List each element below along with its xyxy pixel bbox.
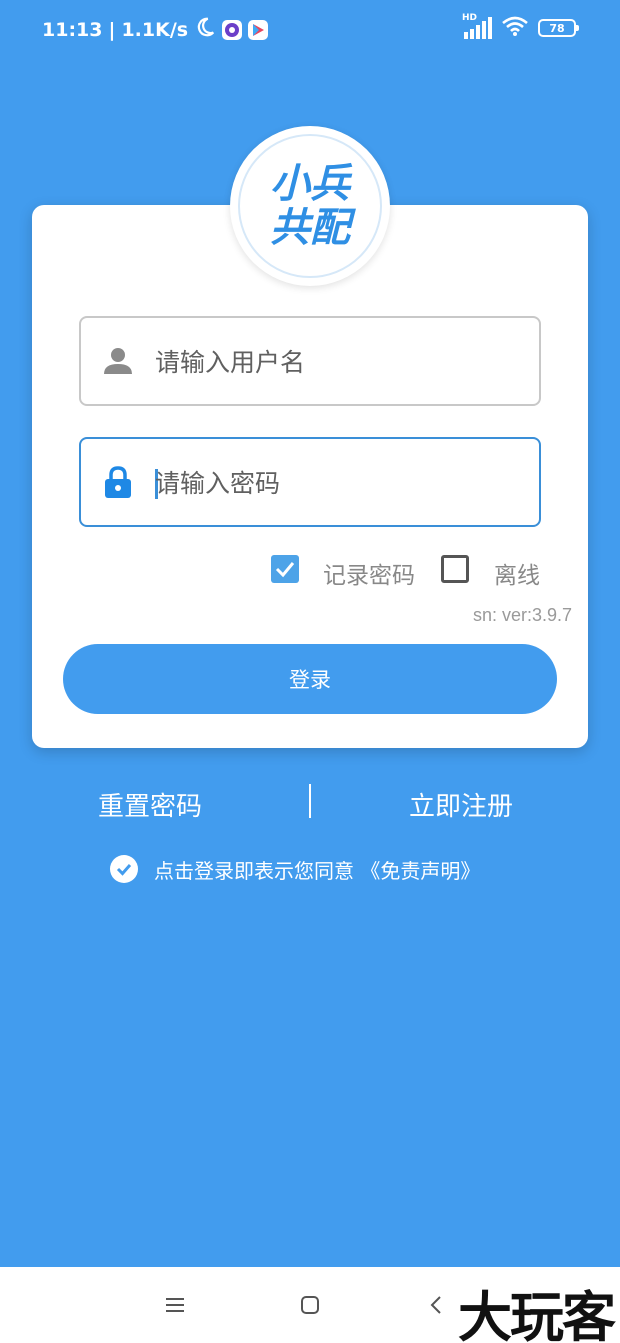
remember-password-label[interactable]: 记录密码 — [323, 556, 415, 590]
agree-checkbox[interactable] — [110, 855, 138, 883]
password-field[interactable] — [79, 437, 541, 527]
agreement-row: 点击登录即表示您同意 《免责声明》 — [110, 854, 480, 884]
status-bar: 11:13 | 1.1K/s HD 78 — [0, 0, 620, 56]
password-input[interactable] — [155, 459, 525, 507]
lock-icon — [103, 466, 133, 498]
status-time: 11:13 — [42, 18, 103, 41]
offline-checkbox[interactable] — [441, 555, 469, 583]
battery-level: 78 — [549, 21, 565, 35]
wifi-icon — [502, 16, 528, 40]
version-text: sn: ver:3.9.7 — [472, 605, 572, 625]
watermark-text: 大玩客 — [458, 1285, 616, 1343]
check-circle-icon — [116, 864, 132, 876]
play-store-icon — [248, 19, 269, 40]
remember-password-checkbox[interactable] — [271, 555, 299, 583]
register-link[interactable]: 立即注册 — [409, 786, 513, 823]
person-icon — [103, 346, 133, 376]
reset-password-link[interactable]: 重置密码 — [98, 786, 202, 823]
logo-line-2: 共配 — [270, 205, 350, 251]
status-right: HD 78 — [462, 13, 579, 40]
username-field[interactable] — [79, 316, 541, 406]
app-logo-text: 小兵 共配 — [238, 134, 382, 278]
agreement-text: 点击登录即表示您同意 《免责声明》 — [154, 855, 480, 884]
links-divider — [309, 784, 311, 818]
agreement-statement: 点击登录即表示您同意 — [154, 858, 354, 883]
system-nav-bar: 大玩客 — [0, 1267, 620, 1343]
offline-label[interactable]: 离线 — [494, 556, 540, 590]
menu-icon[interactable] — [159, 1289, 191, 1321]
signal-icon: HD — [462, 13, 492, 39]
username-input[interactable] — [155, 338, 525, 386]
status-separator: | — [108, 18, 116, 41]
login-button[interactable]: 登录 — [63, 644, 557, 714]
status-network-speed: 1.1K/s — [121, 18, 189, 41]
home-square-icon[interactable] — [294, 1289, 326, 1321]
checkbox-checked-icon — [275, 562, 295, 578]
moon-icon — [194, 16, 216, 43]
app-notification-icon — [222, 19, 243, 40]
status-left: 11:13 | 1.1K/s — [42, 16, 269, 43]
disclaimer-link[interactable]: 《免责声明》 — [360, 859, 480, 883]
back-chevron-icon[interactable] — [420, 1289, 452, 1321]
battery-indicator: 78 — [538, 19, 579, 37]
logo-line-1: 小兵 — [270, 161, 350, 207]
app-logo: 小兵 共配 — [230, 126, 390, 286]
